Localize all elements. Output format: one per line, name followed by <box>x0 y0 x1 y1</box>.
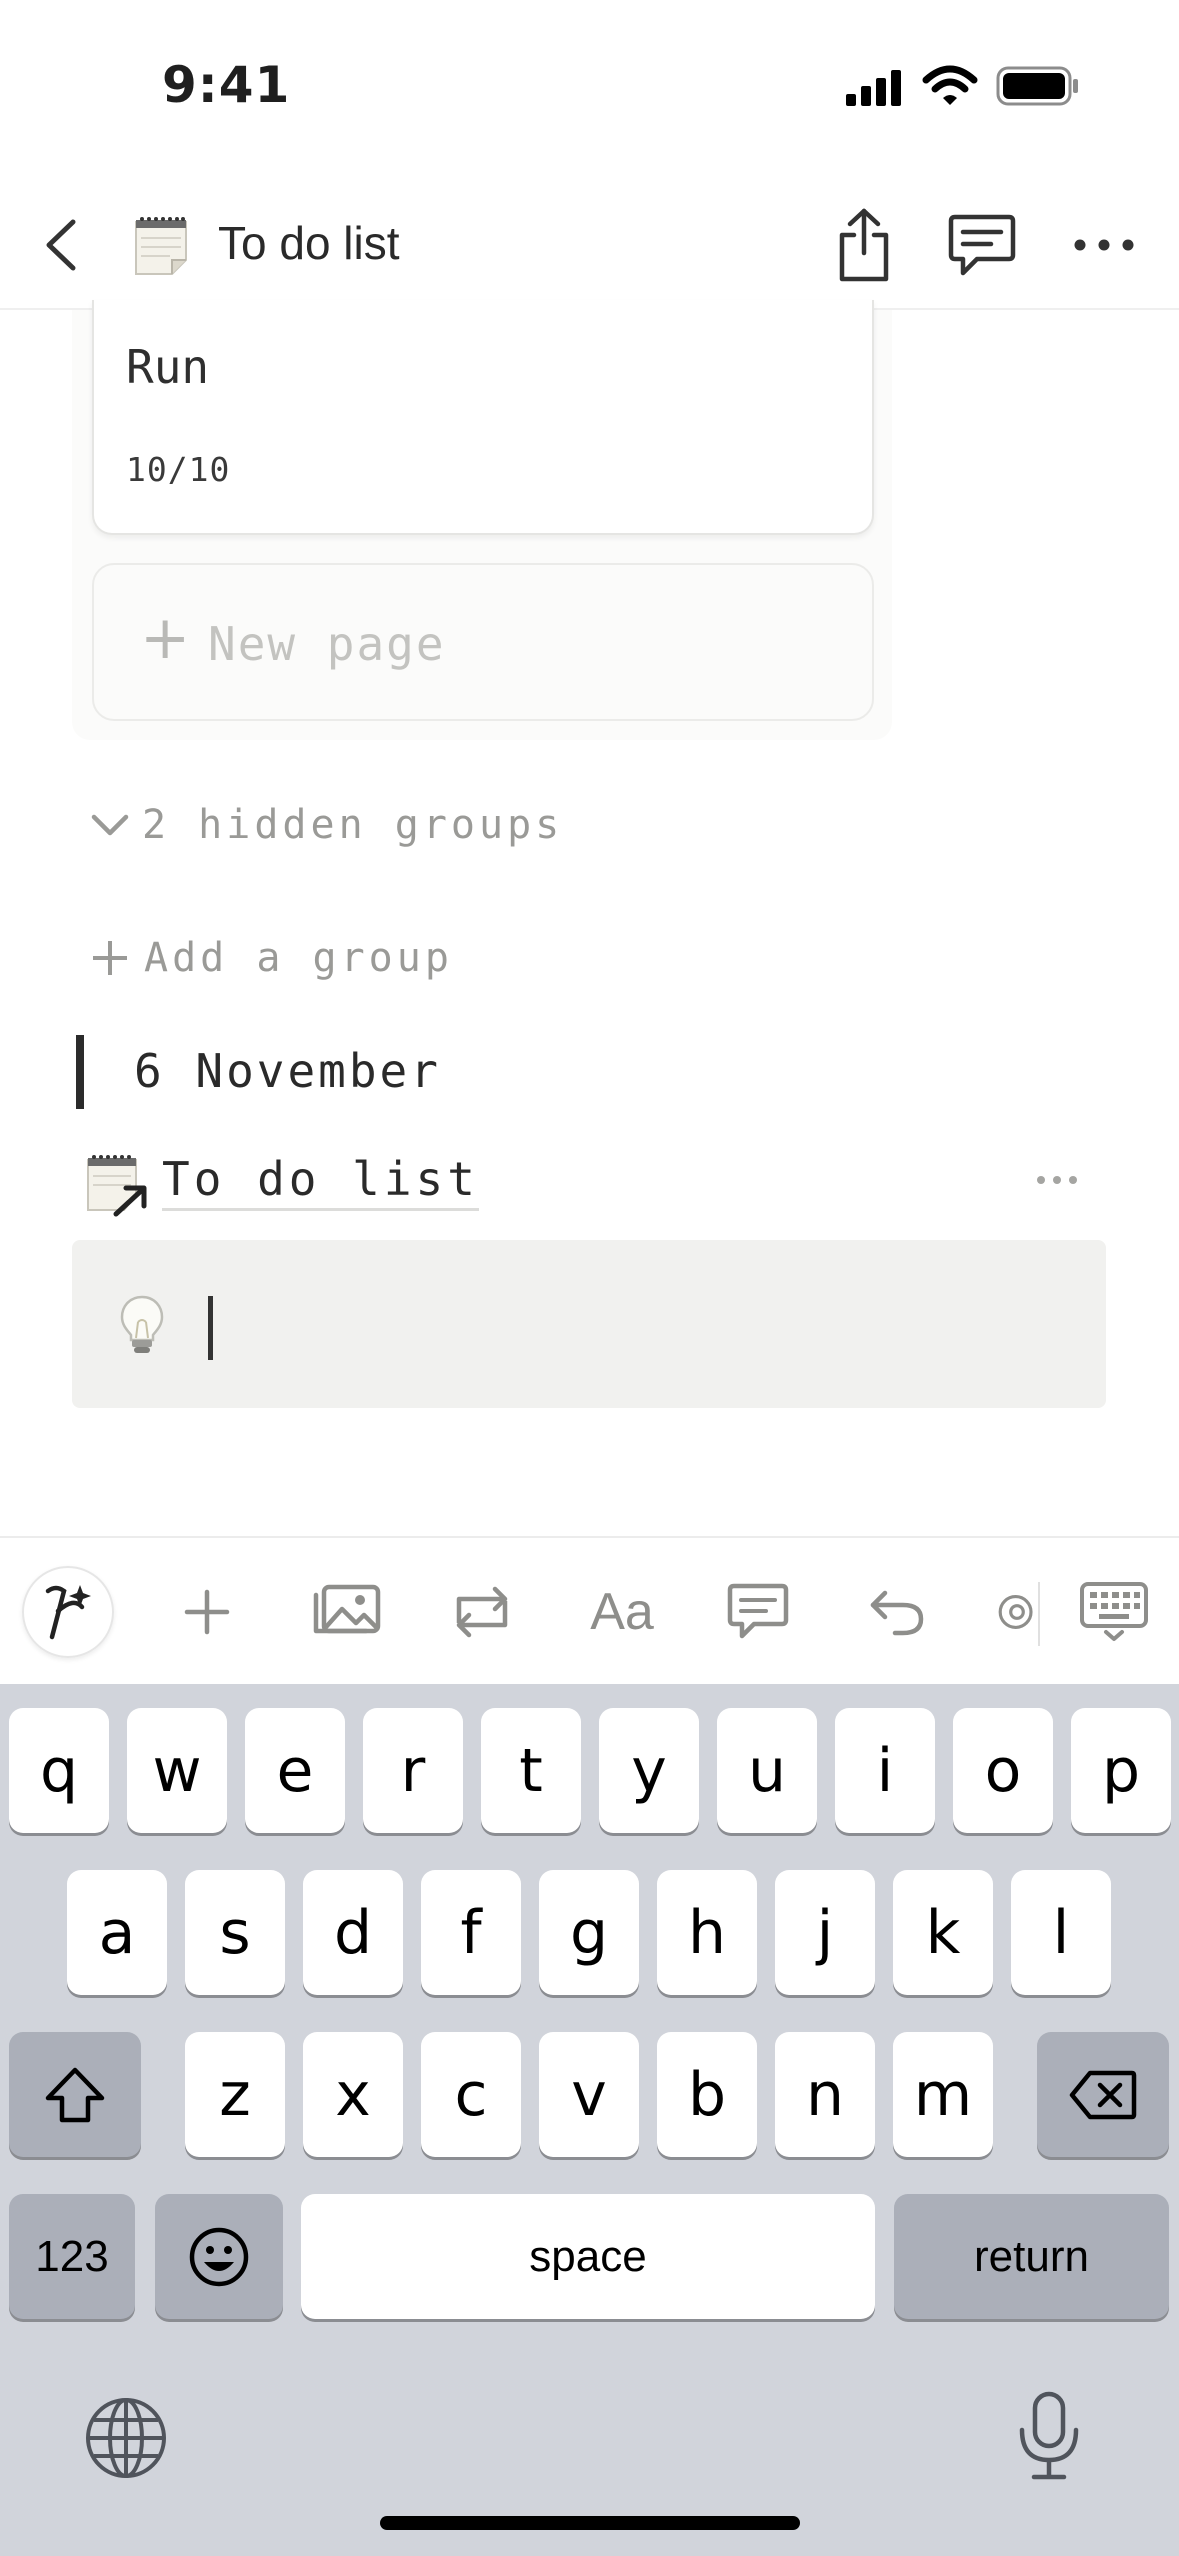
text-format-button[interactable]: Aa <box>580 1570 664 1654</box>
key-l[interactable]: l <box>1011 1870 1111 1995</box>
mention-button[interactable] <box>996 1570 1038 1654</box>
hide-keyboard-button[interactable] <box>1072 1570 1156 1654</box>
undo-icon <box>870 1590 924 1636</box>
key-f[interactable]: f <box>421 1870 521 1995</box>
card-progress: 10/10 <box>126 450 231 489</box>
emoji-key[interactable] <box>155 2194 283 2319</box>
microphone-icon[interactable] <box>1016 2390 1082 2482</box>
linked-page-more-button[interactable] <box>1026 1160 1088 1200</box>
linked-page-title[interactable]: To do list <box>162 1152 479 1211</box>
add-group-button[interactable]: Add a group <box>90 925 453 990</box>
key-q[interactable]: q <box>9 1708 109 1833</box>
image-icon <box>313 1584 381 1634</box>
add-block-button[interactable] <box>170 1570 244 1654</box>
backspace-icon <box>1069 2070 1137 2119</box>
return-key[interactable]: return <box>894 2194 1169 2319</box>
numbers-key[interactable]: 123 <box>9 2194 135 2319</box>
lightbulb-icon[interactable] <box>118 1294 166 1356</box>
key-o[interactable]: o <box>953 1708 1053 1833</box>
key-z[interactable]: z <box>185 2032 285 2157</box>
chevron-down-icon <box>91 814 129 836</box>
hidden-groups-toggle[interactable]: 2 hidden groups <box>90 790 563 860</box>
back-button[interactable] <box>30 200 90 290</box>
quote-text[interactable]: 6 November <box>134 1044 441 1098</box>
chevron-left-icon <box>46 219 76 271</box>
comment-icon <box>948 214 1016 276</box>
page-title: To do list <box>218 217 400 269</box>
card-title: Run <box>126 340 210 394</box>
key-w[interactable]: w <box>127 1708 227 1833</box>
cellular-signal-icon <box>846 70 901 106</box>
key-x[interactable]: x <box>303 2032 403 2157</box>
wifi-icon <box>922 65 978 105</box>
keyboard-hide-icon <box>1080 1582 1148 1641</box>
shift-icon <box>45 2067 105 2122</box>
add-group-label: Add a group <box>144 934 453 981</box>
key-b[interactable]: b <box>657 2032 757 2157</box>
more-horizontal-icon <box>1037 1176 1077 1184</box>
hidden-groups-label: 2 hidden groups <box>142 802 564 848</box>
delete-key[interactable] <box>1037 2032 1169 2157</box>
key-c[interactable]: c <box>421 2032 521 2157</box>
linked-page-icon <box>87 1155 147 1217</box>
key-h[interactable]: h <box>657 1870 757 1995</box>
share-button[interactable] <box>826 200 902 290</box>
new-page-label: New page <box>208 617 446 671</box>
emoji-icon <box>189 2227 249 2286</box>
key-a[interactable]: a <box>67 1870 167 1995</box>
text-format-icon: Aa <box>590 1583 654 1641</box>
more-options-button[interactable] <box>1064 210 1144 280</box>
key-i[interactable]: i <box>835 1708 935 1833</box>
key-p[interactable]: p <box>1071 1708 1171 1833</box>
key-r[interactable]: r <box>363 1708 463 1833</box>
turn-into-icon <box>456 1586 508 1638</box>
status-time: 9:41 <box>162 56 291 114</box>
key-j[interactable]: j <box>775 1870 875 1995</box>
home-indicator <box>380 2516 800 2530</box>
key-s[interactable]: s <box>185 1870 285 1995</box>
turn-into-button[interactable] <box>444 1570 520 1654</box>
notepad-icon <box>135 217 187 275</box>
key-k[interactable]: k <box>893 1870 993 1995</box>
plus-icon <box>184 1589 230 1635</box>
key-g[interactable]: g <box>539 1870 639 1995</box>
undo-button[interactable] <box>858 1570 934 1654</box>
key-t[interactable]: t <box>481 1708 581 1833</box>
plus-icon: + <box>140 603 191 673</box>
mention-icon <box>998 1595 1033 1629</box>
battery-icon <box>996 66 1078 106</box>
callout-block[interactable] <box>72 1240 1106 1408</box>
key-m[interactable]: m <box>893 2032 993 2157</box>
plus-icon <box>93 940 127 975</box>
quote-bar <box>76 1035 84 1109</box>
key-e[interactable]: e <box>245 1708 345 1833</box>
text-caret <box>208 1296 213 1360</box>
board-card[interactable] <box>92 300 874 535</box>
globe-icon[interactable] <box>84 2396 168 2480</box>
shift-key[interactable] <box>9 2032 141 2157</box>
ai-icon <box>45 1585 91 1640</box>
more-horizontal-icon <box>1074 239 1134 251</box>
toolbar-divider <box>1038 1582 1040 1646</box>
comment-icon <box>727 1583 789 1639</box>
key-y[interactable]: y <box>599 1708 699 1833</box>
add-comment-button[interactable] <box>720 1570 796 1654</box>
key-u[interactable]: u <box>717 1708 817 1833</box>
key-d[interactable]: d <box>303 1870 403 1995</box>
ai-button[interactable] <box>22 1566 114 1658</box>
comments-button[interactable] <box>944 204 1020 288</box>
share-icon <box>839 208 889 282</box>
key-v[interactable]: v <box>539 2032 639 2157</box>
space-key[interactable]: space <box>301 2194 875 2319</box>
insert-image-button[interactable] <box>304 1570 388 1654</box>
key-n[interactable]: n <box>775 2032 875 2157</box>
